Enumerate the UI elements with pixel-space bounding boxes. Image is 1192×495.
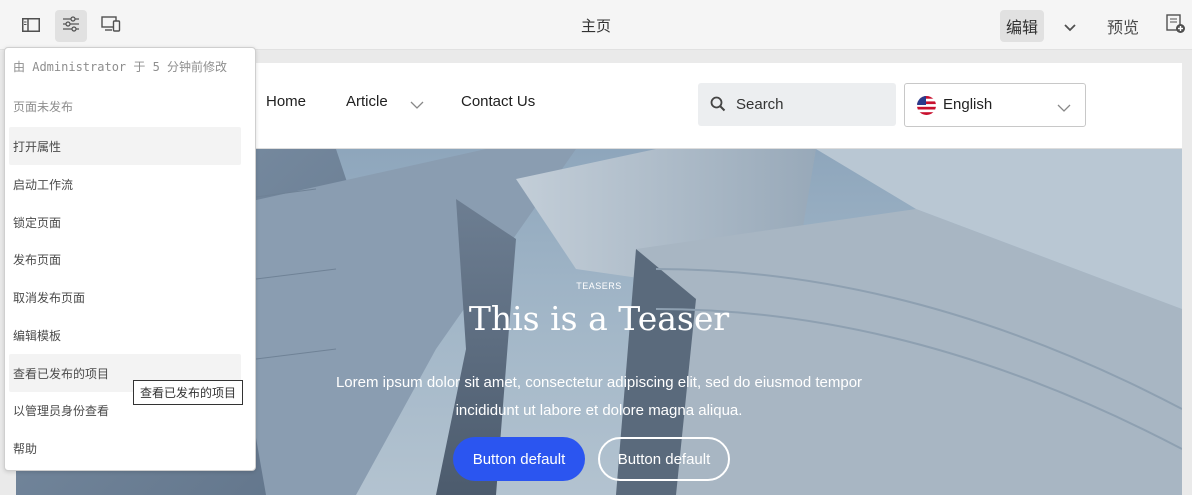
page-information-button[interactable] [55, 10, 87, 42]
add-annotation-icon [1166, 14, 1186, 38]
nav-item-article[interactable]: Article [346, 93, 388, 110]
chevron-down-icon [1057, 98, 1071, 117]
tooltip: 查看已发布的项目 [133, 380, 244, 405]
search-box[interactable] [698, 83, 896, 126]
emulator-button[interactable] [95, 10, 127, 42]
teaser-primary-button[interactable]: Button default [453, 437, 585, 481]
side-panel-icon [22, 17, 40, 36]
edit-mode-button[interactable]: 编辑 [1000, 10, 1044, 42]
teaser-description: Lorem ipsum dolor sit amet, consectetur … [335, 374, 863, 419]
us-flag-icon [917, 96, 936, 115]
menu-item-publish-page[interactable]: 发布页面 [9, 240, 241, 278]
menu-item-lock-page[interactable]: 锁定页面 [9, 203, 241, 241]
menu-item-open-properties[interactable]: 打开属性 [9, 127, 241, 165]
language-label: English [943, 96, 993, 113]
toggle-side-panel-button[interactable] [15, 10, 47, 42]
menu-item-edit-template[interactable]: 编辑模板 [9, 316, 241, 354]
search-input[interactable] [736, 83, 886, 126]
devices-icon [101, 16, 121, 36]
menu-item-unpublish-page[interactable]: 取消发布页面 [9, 278, 241, 316]
menu-item-start-workflow[interactable]: 启动工作流 [9, 165, 241, 203]
nav-item-home[interactable]: Home [266, 93, 306, 110]
publish-status: 页面未发布 [13, 100, 74, 114]
teaser-secondary-button[interactable]: Button default [598, 437, 730, 481]
annotate-button[interactable] [1160, 10, 1192, 42]
preview-button[interactable]: 预览 [1100, 10, 1146, 42]
menu-item-help[interactable]: 帮助 [9, 429, 241, 467]
editor-toolbar: 主页 编辑 预览 [0, 0, 1192, 50]
modified-info: 由 Administrator 于 5 分钟前修改 [13, 60, 228, 74]
page-information-popover: 由 Administrator 于 5 分钟前修改 页面未发布 打开属性 启动工… [4, 47, 256, 471]
search-icon [710, 96, 726, 116]
language-selector[interactable]: English [904, 83, 1086, 127]
chevron-down-icon[interactable] [410, 95, 424, 114]
sliders-icon [62, 16, 80, 36]
chevron-down-icon [1064, 17, 1076, 36]
mode-dropdown-button[interactable] [1054, 10, 1086, 42]
nav-item-contact-us[interactable]: Contact Us [461, 93, 535, 110]
